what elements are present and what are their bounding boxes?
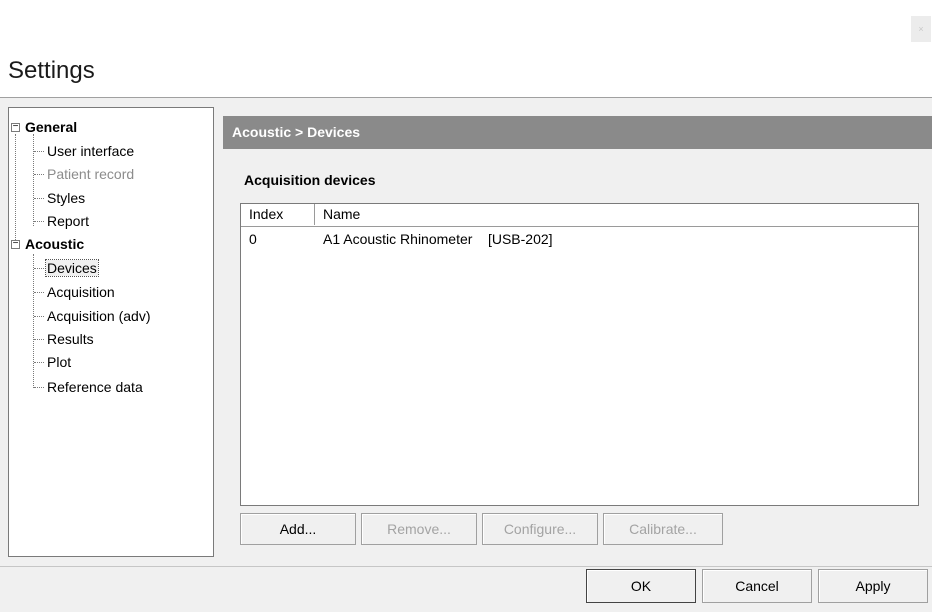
close-icon: × [918,24,924,34]
tree-connector [34,268,44,269]
collapse-icon[interactable]: − [11,122,20,132]
tree-item-user-interface[interactable]: User interface [47,143,134,159]
close-button[interactable]: × [911,16,931,42]
tree-group-general[interactable]: General [25,119,77,135]
collapse-icon[interactable]: − [11,239,20,249]
ok-button[interactable]: OK [586,569,696,603]
tree-item-devices[interactable]: Devices [45,259,99,277]
list-header: Index Name [241,204,918,227]
tree-item-report[interactable]: Report [47,213,89,229]
dialog-header: × Settings [0,0,932,98]
tree-connector [34,198,44,199]
tree-connector [34,339,44,340]
tree-connector [34,362,44,363]
dialog-title: Settings [8,57,95,84]
tree-connector [33,134,34,226]
acquisition-devices-label: Acquisition devices [244,172,376,188]
cancel-button[interactable]: Cancel [702,569,812,603]
tree-connector [34,174,44,175]
tree-connector [15,134,16,244]
settings-tree[interactable]: − General User interface Patient record … [8,107,214,557]
tree-group-acoustic[interactable]: Acoustic [25,236,84,252]
tree-connector [34,316,44,317]
tree-item-acquisition[interactable]: Acquisition [47,284,115,300]
add-device-button[interactable]: Add... [240,513,356,545]
remove-device-button[interactable]: Remove... [361,513,477,545]
tree-connector [34,387,44,388]
tree-connector [34,151,44,152]
configure-device-button[interactable]: Configure... [482,513,598,545]
tree-item-results[interactable]: Results [47,331,94,347]
row-name: A1 Acoustic Rhinometer [USB-202] [323,231,553,247]
section-breadcrumb: Acoustic > Devices [223,116,932,149]
column-header-index[interactable]: Index [241,204,315,225]
tree-item-patient-record: Patient record [47,166,135,182]
tree-item-reference-data[interactable]: Reference data [47,379,143,395]
apply-button[interactable]: Apply [818,569,928,603]
row-index: 0 [249,231,257,247]
column-header-name[interactable]: Name [315,204,918,225]
tree-connector [34,292,44,293]
tree-item-acquisition-adv[interactable]: Acquisition (adv) [47,308,151,324]
tree-connector [34,221,44,222]
device-list[interactable]: Index Name 0 A1 Acoustic Rhinometer [USB… [240,203,919,506]
tree-item-plot[interactable]: Plot [47,354,71,370]
calibrate-device-button[interactable]: Calibrate... [603,513,723,545]
footer-divider [0,566,932,567]
tree-connector [33,254,34,388]
list-row[interactable]: 0 A1 Acoustic Rhinometer [USB-202] [241,229,918,249]
tree-item-styles[interactable]: Styles [47,190,85,206]
